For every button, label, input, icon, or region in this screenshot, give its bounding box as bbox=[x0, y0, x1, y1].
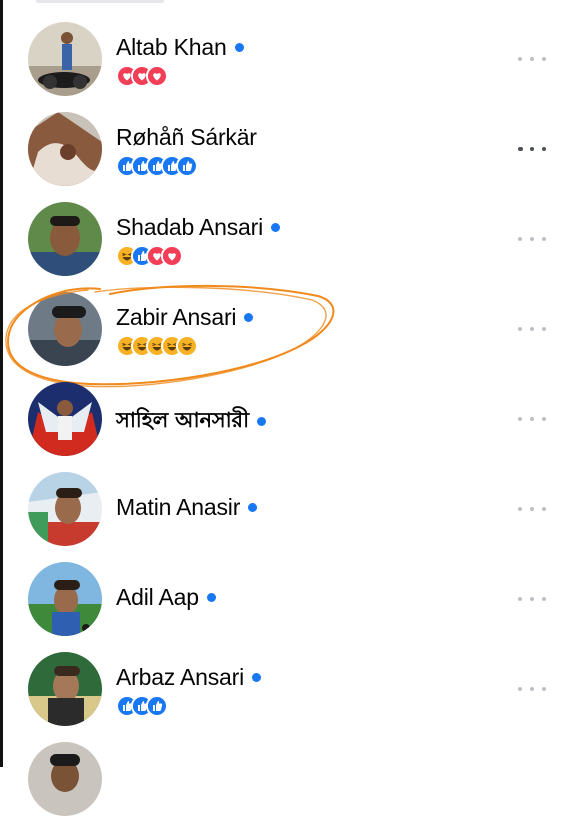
friend-name[interactable]: Arbaz Ansari bbox=[116, 664, 244, 691]
avatar[interactable] bbox=[28, 22, 102, 96]
more-horizontal-icon[interactable] bbox=[518, 589, 546, 609]
friend-name-line: Zabir Ansari bbox=[116, 304, 254, 331]
friend-row[interactable]: Røhåñ Sárkär bbox=[0, 104, 565, 194]
more-horizontal-icon[interactable] bbox=[518, 679, 546, 699]
friend-name-line: সাহিল আনসারী bbox=[116, 404, 266, 439]
friend-name-line: Adil Aap bbox=[116, 584, 216, 611]
more-horizontal-icon[interactable] bbox=[518, 319, 546, 339]
friend-row[interactable]: Adil Aap bbox=[0, 554, 565, 644]
avatar[interactable] bbox=[28, 652, 102, 726]
more-horizontal-icon[interactable] bbox=[518, 49, 546, 69]
more-horizontal-icon[interactable] bbox=[518, 229, 546, 249]
avatar[interactable] bbox=[28, 382, 102, 456]
more-horizontal-icon[interactable] bbox=[518, 499, 546, 519]
friend-row[interactable]: Matin Anasir bbox=[0, 464, 565, 554]
like-reaction-icon bbox=[146, 695, 168, 717]
friend-name-line: Shadab Ansari bbox=[116, 214, 281, 241]
avatar[interactable] bbox=[28, 112, 102, 186]
friend-name-line: Arbaz Ansari bbox=[116, 664, 261, 691]
friend-row[interactable]: Zabir Ansari bbox=[0, 284, 565, 374]
friend-name[interactable]: Zabir Ansari bbox=[116, 304, 237, 331]
friend-row[interactable] bbox=[0, 734, 565, 824]
online-dot-icon bbox=[271, 223, 281, 232]
reaction-stack[interactable] bbox=[116, 65, 168, 87]
friend-row[interactable]: Altab Khan bbox=[0, 14, 565, 104]
more-horizontal-icon[interactable] bbox=[518, 409, 546, 429]
love-reaction-icon bbox=[146, 65, 168, 87]
friend-row[interactable]: Arbaz Ansari bbox=[0, 644, 565, 734]
reaction-stack[interactable] bbox=[116, 335, 198, 357]
avatar[interactable] bbox=[28, 292, 102, 366]
avatar[interactable] bbox=[28, 742, 102, 816]
avatar[interactable] bbox=[28, 562, 102, 636]
friend-name[interactable]: Adil Aap bbox=[116, 584, 199, 611]
reaction-stack[interactable] bbox=[116, 245, 183, 267]
friend-name[interactable]: Shadab Ansari bbox=[116, 214, 263, 241]
friend-name-line: Altab Khan bbox=[116, 34, 244, 61]
friend-name[interactable]: Matin Anasir bbox=[116, 494, 240, 521]
friend-name-line: Matin Anasir bbox=[116, 494, 258, 521]
friend-row[interactable]: সাহিল আনসারী bbox=[0, 374, 565, 464]
online-dot-icon bbox=[252, 673, 261, 682]
friend-name[interactable]: Røhåñ Sárkär bbox=[116, 124, 257, 151]
haha-reaction-icon bbox=[176, 335, 198, 357]
like-reaction-icon bbox=[176, 155, 198, 177]
online-dot-icon bbox=[234, 43, 244, 52]
previous-row-edge bbox=[36, 0, 164, 3]
online-dot-icon bbox=[206, 593, 216, 602]
online-dot-icon bbox=[244, 313, 254, 322]
more-horizontal-icon[interactable] bbox=[518, 139, 546, 159]
friend-row[interactable]: Shadab Ansari bbox=[0, 194, 565, 284]
avatar[interactable] bbox=[28, 202, 102, 276]
friend-name[interactable]: Altab Khan bbox=[116, 34, 227, 61]
avatar[interactable] bbox=[28, 472, 102, 546]
online-dot-icon bbox=[256, 417, 266, 426]
online-dot-icon bbox=[248, 503, 258, 512]
friend-name-line: Røhåñ Sárkär bbox=[116, 124, 257, 151]
reaction-stack[interactable] bbox=[116, 155, 198, 177]
friend-name[interactable]: সাহিল আনসারী bbox=[116, 404, 249, 439]
love-reaction-icon bbox=[161, 245, 183, 267]
reaction-stack[interactable] bbox=[116, 695, 168, 717]
